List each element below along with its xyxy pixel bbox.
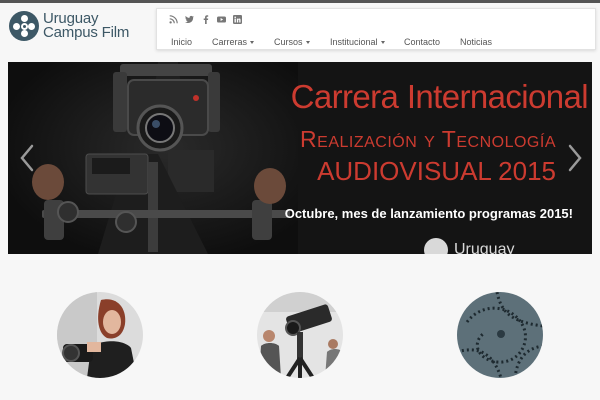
- film-reel-icon: [9, 11, 39, 41]
- main-navbar: Inicio Carreras Cursos Institucional Con…: [156, 8, 596, 50]
- linkedin-icon[interactable]: [233, 15, 242, 24]
- nav-item-label: Noticias: [460, 37, 493, 47]
- feature-image-film-reel[interactable]: [457, 292, 543, 378]
- feature-image-photographer[interactable]: [57, 292, 143, 378]
- nav-item-noticias[interactable]: Noticias: [460, 37, 492, 47]
- nav-item-label: Inicio: [171, 37, 193, 47]
- caret-down-icon: [305, 41, 310, 45]
- slide-brand-text: Uruguay: [454, 241, 515, 254]
- site-logo[interactable]: Uruguay Campus Film: [9, 10, 149, 42]
- nav-item-institucional[interactable]: Institucional: [330, 37, 385, 47]
- slide-caption: Octubre, mes de lanzamiento programas 20…: [284, 206, 573, 221]
- chevron-left-icon: [20, 144, 34, 172]
- caret-down-icon: [250, 41, 255, 45]
- top-border: [0, 0, 600, 3]
- nav-item-cursos[interactable]: Cursos: [274, 37, 310, 47]
- slider-next-button[interactable]: [566, 143, 584, 173]
- nav-item-label: Contacto: [404, 37, 441, 47]
- facebook-icon[interactable]: [201, 15, 210, 24]
- nav-item-carreras[interactable]: Carreras: [212, 37, 255, 47]
- film-camera-crew-image: [257, 292, 343, 378]
- nav-item-label: Institucional: [330, 37, 378, 47]
- social-links: [169, 15, 242, 24]
- film-reel-icon: [424, 238, 448, 254]
- nav-item-inicio[interactable]: Inicio: [171, 37, 192, 47]
- caret-down-icon: [380, 41, 385, 45]
- logo-text: Uruguay Campus Film: [43, 11, 130, 41]
- camera-rig-image: [8, 62, 298, 254]
- youtube-icon[interactable]: [217, 15, 226, 24]
- nav-item-contacto[interactable]: Contacto: [404, 37, 440, 47]
- nav-item-label: Cursos: [274, 37, 303, 47]
- slide-title: Carrera Internacional: [290, 78, 589, 115]
- nav-item-label: Carreras: [212, 37, 248, 47]
- slide-brand: Uruguay: [424, 238, 514, 254]
- rss-icon[interactable]: [169, 15, 178, 24]
- slide-subtitle: Realización y Tecnología: [300, 126, 556, 152]
- slide-subtitle-2: AUDIOVISUAL 2015: [317, 156, 556, 186]
- hero-slider: Carrera Internacional Realización y Tecn…: [8, 62, 592, 254]
- feature-image-film-crew[interactable]: [257, 292, 343, 378]
- film-reel-pattern-image: [457, 292, 543, 378]
- chevron-right-icon: [568, 144, 582, 172]
- slider-prev-button[interactable]: [18, 143, 36, 173]
- twitter-icon[interactable]: [185, 15, 194, 24]
- logo-line-2: Campus Film: [43, 24, 130, 41]
- photographer-image: [57, 292, 143, 378]
